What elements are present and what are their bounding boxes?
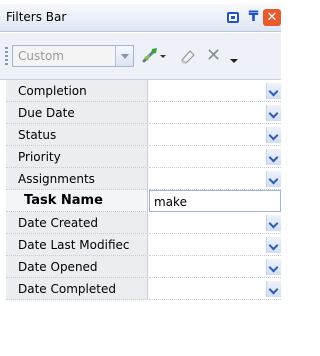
filter-row-task-name[interactable]: Task Name make (6, 190, 281, 212)
filter-row-label: Task Name (24, 193, 103, 208)
filter-row-completion[interactable]: Completion (6, 80, 281, 102)
filter-row-date-completed[interactable]: Date Completed (6, 278, 281, 300)
dropdown-arrow-icon[interactable] (266, 149, 281, 165)
filter-wand-icon[interactable] (140, 45, 168, 67)
panel-title: Filters Bar (6, 10, 67, 24)
dropdown-arrow-icon[interactable] (266, 281, 281, 297)
toolbar: Custom ✕ (0, 33, 281, 80)
dropdown-arrow-icon[interactable] (266, 127, 281, 143)
minimize-icon[interactable] (225, 9, 242, 26)
close-icon[interactable]: ✕ (263, 9, 281, 26)
filter-row-label: Completion (18, 84, 87, 98)
filter-row-label: Date Created (18, 216, 98, 230)
filter-row-label: Date Completed (18, 282, 116, 296)
filter-row-date-last-modified[interactable]: Date Last Modifiec (6, 234, 281, 256)
dropdown-arrow-icon[interactable] (266, 237, 281, 253)
filter-preset-combo[interactable]: Custom (12, 45, 134, 67)
title-bar: Filters Bar ₸ ✕ (0, 4, 281, 32)
filter-row-label: Priority (18, 150, 61, 164)
task-name-value: make (154, 195, 187, 209)
filter-row-due-date[interactable]: Due Date (6, 102, 281, 124)
dropdown-arrow-icon[interactable] (266, 83, 281, 99)
filter-row-priority[interactable]: Priority (6, 146, 281, 168)
dropdown-arrow-icon[interactable] (266, 105, 281, 121)
dropdown-arrow-icon[interactable] (266, 259, 281, 275)
filter-row-label: Assignments (18, 172, 95, 186)
eraser-icon[interactable] (178, 45, 198, 67)
filter-row-label: Date Last Modifiec (18, 238, 130, 252)
filter-grid: Completion Due Date Status Priority Assi… (6, 80, 281, 356)
filters-bar-panel: Filters Bar ₸ ✕ Custom ✕ Completion Due … (0, 0, 281, 356)
dropdown-arrow-icon[interactable] (266, 215, 281, 231)
clear-filter-icon[interactable]: ✕ (206, 45, 224, 67)
toolbar-overflow-icon[interactable] (228, 45, 240, 67)
task-name-input[interactable]: make (149, 190, 281, 212)
dropdown-arrow-icon[interactable] (266, 171, 281, 187)
toolbar-grip[interactable] (5, 47, 8, 65)
filter-row-label: Status (18, 128, 57, 142)
pin-icon[interactable]: ₸ (245, 9, 262, 26)
filter-row-assignments[interactable]: Assignments (6, 168, 281, 190)
filter-row-label: Due Date (18, 106, 75, 120)
filter-row-status[interactable]: Status (6, 124, 281, 146)
filter-row-date-created[interactable]: Date Created (6, 212, 281, 234)
filter-preset-value: Custom (18, 49, 64, 63)
filter-row-date-opened[interactable]: Date Opened (6, 256, 281, 278)
filter-row-label: Date Opened (18, 260, 98, 274)
chevron-down-icon[interactable] (115, 46, 133, 66)
